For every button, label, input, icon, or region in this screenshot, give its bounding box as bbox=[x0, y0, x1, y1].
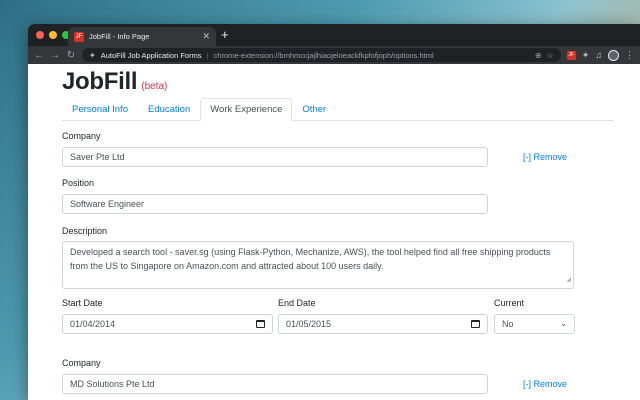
media-icon[interactable]: ♫ bbox=[595, 50, 602, 60]
menu-kebab-icon[interactable]: ⋮ bbox=[625, 50, 634, 61]
current-label: Current bbox=[494, 298, 525, 308]
end-date-input[interactable]: 01/05/2015 bbox=[278, 314, 488, 334]
jobfill-extension-icon[interactable]: JF bbox=[566, 50, 576, 60]
remove-experience-button[interactable]: [-] Remove bbox=[523, 379, 567, 389]
tab-title: JobFill - Info Page bbox=[89, 32, 150, 41]
current-value: No bbox=[502, 319, 514, 329]
tab-close-icon[interactable]: ✕ bbox=[202, 31, 210, 42]
browser-tab[interactable]: JF JobFill - Info Page ✕ bbox=[68, 27, 216, 46]
end-date-value: 01/05/2015 bbox=[286, 319, 332, 329]
tab-bar: JF JobFill - Info Page ✕ + bbox=[28, 24, 640, 46]
start-date-label: Start Date bbox=[62, 298, 103, 308]
close-window-button[interactable] bbox=[36, 31, 44, 39]
browser-toolbar: ← → ↻ ✦ AutoFill Job Application Forms |… bbox=[28, 46, 640, 64]
section-tabs: Personal Info Education Work Experience … bbox=[62, 98, 614, 121]
favicon-icon: JF bbox=[74, 31, 84, 42]
extensions-icon[interactable]: ✦ bbox=[582, 50, 590, 61]
url-text: chrome-extension://bmhmccjajlhiaojeloeac… bbox=[213, 50, 434, 60]
description-text: Developed a search tool - saver.sg (usin… bbox=[70, 247, 551, 271]
company-input[interactable]: MD Solutions Pte Ltd bbox=[62, 374, 488, 394]
end-date-label: End Date bbox=[278, 298, 316, 308]
profile-avatar[interactable] bbox=[608, 49, 619, 61]
bookmark-star-icon[interactable]: ☆ bbox=[547, 51, 554, 60]
position-input[interactable]: Software Engineer bbox=[62, 194, 488, 214]
tab-personal-info[interactable]: Personal Info bbox=[62, 98, 138, 121]
tab-work-experience[interactable]: Work Experience bbox=[200, 98, 293, 121]
calendar-icon[interactable] bbox=[471, 320, 480, 328]
forward-arrow-icon[interactable]: → bbox=[50, 50, 60, 61]
page-title: JobFill bbox=[62, 68, 138, 95]
description-textarea[interactable]: Developed a search tool - saver.sg (usin… bbox=[62, 241, 574, 289]
extension-puzzle-icon: ✦ bbox=[89, 50, 96, 60]
minimize-window-button[interactable] bbox=[49, 31, 57, 39]
new-tab-button[interactable]: + bbox=[221, 28, 229, 42]
address-bar[interactable]: ✦ AutoFill Job Application Forms | chrom… bbox=[82, 48, 561, 62]
options-page: JobFill (beta) Personal Info Education W… bbox=[28, 64, 640, 400]
remove-experience-button[interactable]: [-] Remove bbox=[523, 152, 567, 162]
company-label: Company bbox=[62, 358, 101, 368]
browser-window: JF JobFill - Info Page ✕ + ← → ↻ ✦ AutoF… bbox=[28, 24, 640, 400]
omnibox-divider: | bbox=[206, 50, 209, 60]
start-date-input[interactable]: 01/04/2014 bbox=[62, 314, 273, 334]
beta-badge: (beta) bbox=[141, 81, 168, 92]
start-date-value: 01/04/2014 bbox=[70, 319, 116, 329]
calendar-icon[interactable] bbox=[256, 320, 265, 328]
tab-other[interactable]: Other bbox=[292, 98, 336, 121]
tab-education[interactable]: Education bbox=[138, 98, 200, 121]
company-label: Company bbox=[62, 131, 101, 141]
resize-handle-icon[interactable]: ◢ bbox=[566, 273, 571, 287]
window-controls bbox=[36, 31, 70, 39]
description-label: Description bbox=[62, 226, 108, 236]
company-input[interactable]: Saver Pte Ltd bbox=[62, 147, 488, 167]
reload-icon[interactable]: ↻ bbox=[66, 50, 76, 61]
page-header: JobFill (beta) bbox=[62, 68, 614, 98]
back-arrow-icon[interactable]: ← bbox=[34, 50, 44, 61]
zoom-icon[interactable]: ⊕ bbox=[535, 51, 542, 60]
position-label: Position bbox=[62, 178, 95, 188]
extension-name: AutoFill Job Application Forms bbox=[100, 50, 202, 60]
current-select[interactable]: No ⌄ bbox=[494, 314, 575, 334]
chevron-down-icon: ⌄ bbox=[560, 319, 567, 328]
